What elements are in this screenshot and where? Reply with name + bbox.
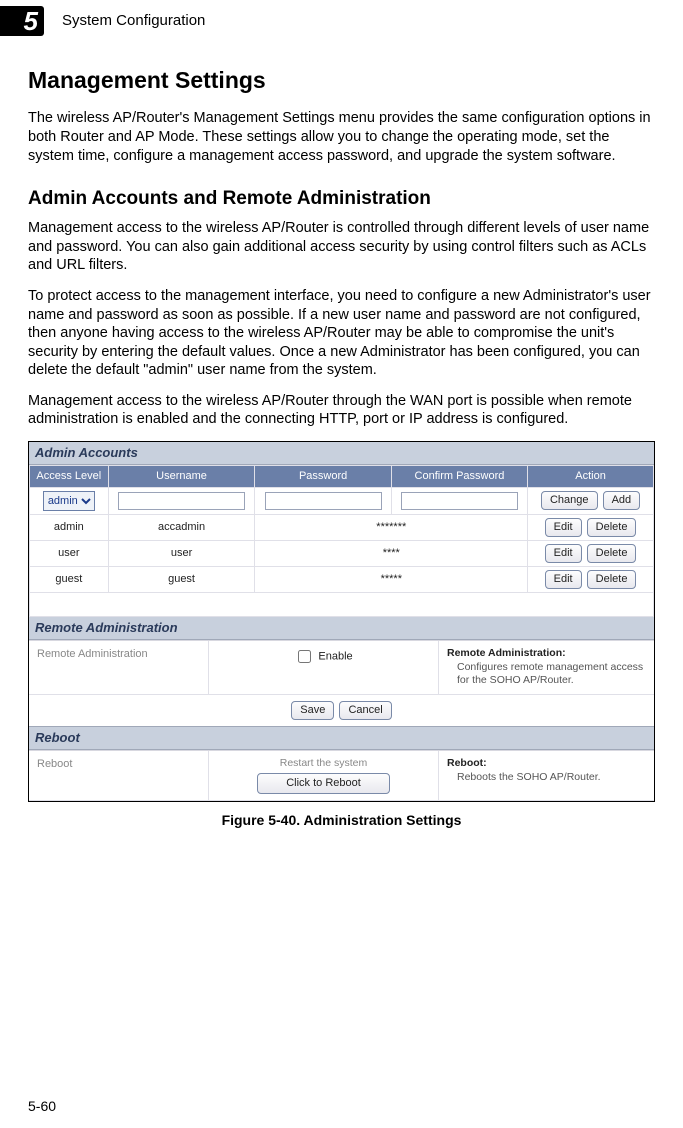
table-header-row: Access Level Username Password Confirm P…	[30, 466, 654, 487]
cell-password-mask: ****	[255, 540, 528, 566]
figure-caption: Figure 5-40. Administration Settings	[28, 812, 655, 830]
reboot-label: Reboot	[29, 751, 209, 800]
delete-button[interactable]: Delete	[587, 544, 637, 563]
cell-level: guest	[30, 566, 109, 592]
cell-user: guest	[108, 566, 255, 592]
password-input[interactable]	[265, 492, 382, 510]
add-button[interactable]: Add	[603, 491, 641, 510]
chapter-title: System Configuration	[62, 11, 205, 30]
table-row: admin accadmin ******* Edit Delete	[30, 514, 654, 540]
page-header: 5 System Configuration	[0, 0, 683, 36]
paragraph-protect-access: To protect access to the management inte…	[28, 287, 655, 380]
edit-button[interactable]: Edit	[545, 518, 582, 537]
remote-admin-grid: Remote Administration Enable Remote Admi…	[29, 640, 654, 726]
cell-user: accadmin	[108, 514, 255, 540]
edit-button[interactable]: Edit	[545, 544, 582, 563]
table-row: user user **** Edit Delete	[30, 540, 654, 566]
reboot-grid: Reboot Restart the system Click to Reboo…	[29, 750, 654, 800]
page-number: 5-60	[28, 1098, 56, 1116]
admin-settings-panel: Admin Accounts Access Level Username Pas…	[28, 441, 655, 802]
access-level-select[interactable]: admin	[43, 491, 95, 511]
paragraph-wan-access: Management access to the wireless AP/Rou…	[28, 392, 655, 429]
delete-button[interactable]: Delete	[587, 518, 637, 537]
col-username: Username	[108, 466, 255, 487]
reboot-help: Reboot: Reboots the SOHO AP/Router.	[439, 751, 654, 800]
save-button[interactable]: Save	[291, 701, 334, 720]
col-password: Password	[255, 466, 391, 487]
cell-user: user	[108, 540, 255, 566]
col-access-level: Access Level	[30, 466, 109, 487]
new-account-row: admin Change Add	[30, 487, 654, 514]
username-input[interactable]	[118, 492, 245, 510]
remote-admin-section-title: Remote Administration	[29, 617, 654, 641]
cell-level: admin	[30, 514, 109, 540]
paragraph-intro: The wireless AP/Router's Management Sett…	[28, 109, 655, 165]
reboot-section-title: Reboot	[29, 727, 654, 751]
col-action: Action	[528, 466, 654, 487]
heading-admin-accounts: Admin Accounts and Remote Administration	[28, 187, 655, 211]
remote-admin-help: Remote Administration: Configures remote…	[439, 641, 654, 694]
table-row: guest guest ***** Edit Delete	[30, 566, 654, 592]
enable-label: Enable	[318, 651, 352, 663]
click-to-reboot-button[interactable]: Click to Reboot	[257, 773, 390, 794]
admin-accounts-section-title: Admin Accounts	[29, 442, 654, 466]
enable-checkbox[interactable]	[298, 650, 311, 663]
change-button[interactable]: Change	[541, 491, 598, 510]
paragraph-access-levels: Management access to the wireless AP/Rou…	[28, 219, 655, 275]
heading-management-settings: Management Settings	[28, 66, 655, 95]
cell-level: user	[30, 540, 109, 566]
confirm-password-input[interactable]	[401, 492, 518, 510]
cell-password-mask: *******	[255, 514, 528, 540]
cell-password-mask: *****	[255, 566, 528, 592]
cancel-button[interactable]: Cancel	[339, 701, 391, 720]
reboot-sublabel: Restart the system	[217, 757, 430, 770]
delete-button[interactable]: Delete	[587, 570, 637, 589]
col-confirm-password: Confirm Password	[391, 466, 527, 487]
chapter-number-tab: 5	[0, 6, 44, 36]
remote-admin-label: Remote Administration	[29, 641, 209, 694]
admin-accounts-table: Access Level Username Password Confirm P…	[29, 465, 654, 616]
edit-button[interactable]: Edit	[545, 570, 582, 589]
